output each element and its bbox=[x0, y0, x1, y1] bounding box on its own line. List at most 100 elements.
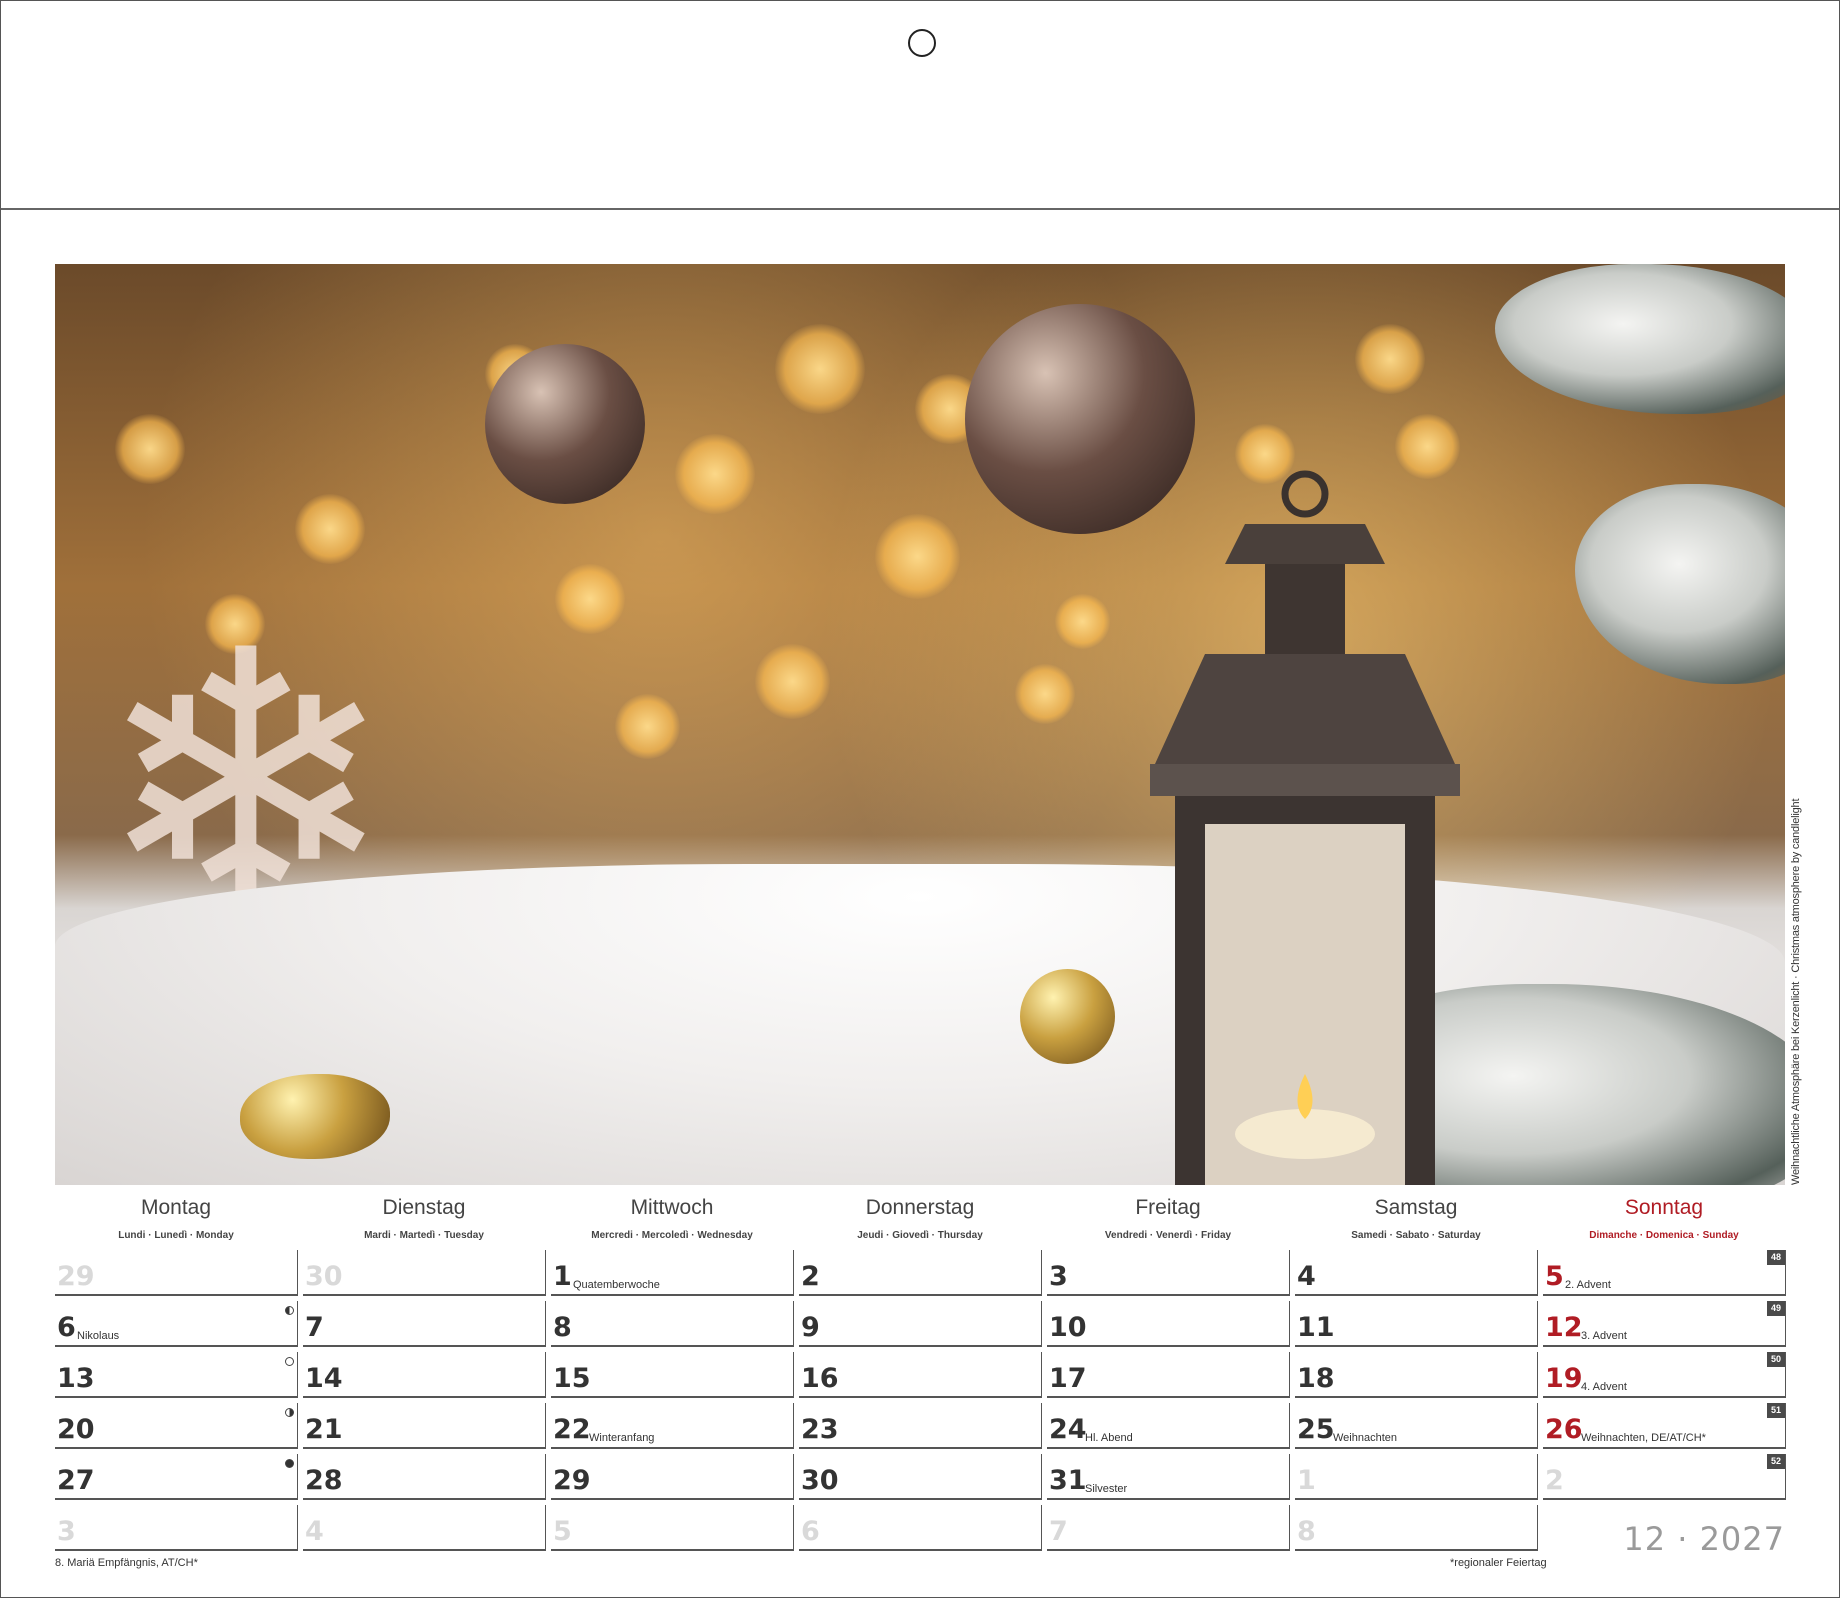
day-number: 25 bbox=[1297, 1414, 1335, 1445]
weekday-translations: Jeudi · Giovedì · Thursday bbox=[857, 1230, 983, 1241]
bokeh-light bbox=[1355, 324, 1425, 394]
day-note: Winteranfang bbox=[589, 1432, 655, 1444]
day-cell: 26 Weihnachten, DE/AT/CH* 51 bbox=[1543, 1403, 1786, 1449]
day-cell: 1 Quatemberwoche bbox=[551, 1250, 794, 1296]
day-number: 31 bbox=[1049, 1465, 1087, 1496]
week-number-badge: 50 bbox=[1767, 1352, 1785, 1367]
fir-branch bbox=[1495, 264, 1785, 414]
week-number-badge: 48 bbox=[1767, 1250, 1785, 1265]
day-note: Weihnachten bbox=[1333, 1432, 1398, 1444]
day-number: 6 bbox=[801, 1516, 820, 1547]
photo-caption: Weihnachtliche Atmosphäre bei Kerzenlich… bbox=[1790, 798, 1802, 1185]
day-cell: 25 Weihnachten bbox=[1295, 1403, 1538, 1449]
day-number: 28 bbox=[305, 1465, 343, 1496]
bokeh-light bbox=[1015, 664, 1075, 724]
weekday-translations: Dimanche · Domenica · Sunday bbox=[1589, 1230, 1739, 1241]
day-cell: 15 bbox=[551, 1352, 794, 1398]
day-cell: 4 bbox=[1295, 1250, 1538, 1296]
day-cell: 22 Winteranfang bbox=[551, 1403, 794, 1449]
week-number-badge: 51 bbox=[1767, 1403, 1785, 1418]
week-number-badge: 49 bbox=[1767, 1301, 1785, 1316]
day-cell: 3 bbox=[55, 1505, 298, 1551]
weekday-name: Montag bbox=[140, 1196, 212, 1219]
fir-branch bbox=[1575, 484, 1785, 684]
day-cell: 16 bbox=[799, 1352, 1042, 1398]
bokeh-light bbox=[295, 494, 365, 564]
day-number: 12 bbox=[1545, 1312, 1583, 1343]
day-number: 23 bbox=[801, 1414, 839, 1445]
day-note: Quatemberwoche bbox=[573, 1279, 660, 1291]
day-cell: 2 52 bbox=[1543, 1454, 1786, 1500]
day-cell: 19 4. Advent 50 bbox=[1543, 1352, 1786, 1398]
day-cell: 9 bbox=[799, 1301, 1042, 1347]
weekday-name: Mittwoch bbox=[630, 1196, 714, 1219]
day-number: 6 bbox=[57, 1312, 76, 1343]
day-cell: 7 bbox=[1047, 1505, 1290, 1551]
day-number: 8 bbox=[553, 1312, 572, 1343]
day-number: 21 bbox=[305, 1414, 343, 1445]
regional-holiday-footnote: *regionaler Feiertag bbox=[1450, 1557, 1547, 1569]
day-note: Silvester bbox=[1085, 1483, 1128, 1495]
day-cell: 12 3. Advent 49 bbox=[1543, 1301, 1786, 1347]
weekday-name: Dienstag bbox=[382, 1196, 466, 1219]
gold-pinecone bbox=[240, 1074, 390, 1159]
bokeh-light bbox=[875, 514, 960, 599]
day-number: 14 bbox=[305, 1363, 343, 1394]
day-cell: 8 bbox=[551, 1301, 794, 1347]
day-cell: 11 bbox=[1295, 1301, 1538, 1347]
day-number: 5 bbox=[553, 1516, 572, 1547]
day-cell: 4 bbox=[303, 1505, 546, 1551]
hanging-strip bbox=[0, 0, 1840, 210]
day-number: 30 bbox=[801, 1465, 839, 1496]
day-number: 4 bbox=[1297, 1261, 1316, 1292]
day-number: 1 bbox=[1297, 1465, 1316, 1496]
day-cell: 14 bbox=[303, 1352, 546, 1398]
day-cell: 30 bbox=[799, 1454, 1042, 1500]
day-number: 29 bbox=[57, 1261, 95, 1292]
day-number: 4 bbox=[305, 1516, 324, 1547]
moon-phase-last-icon bbox=[285, 1306, 294, 1315]
day-number: 24 bbox=[1049, 1414, 1087, 1445]
bokeh-light bbox=[675, 434, 755, 514]
day-number: 10 bbox=[1049, 1312, 1087, 1343]
hanging-ornament bbox=[485, 344, 645, 504]
day-number: 26 bbox=[1545, 1414, 1583, 1445]
day-cell: 2 bbox=[799, 1250, 1042, 1296]
day-note: 3. Advent bbox=[1581, 1330, 1627, 1342]
weekday-translations: Samedi · Sabato · Saturday bbox=[1351, 1230, 1481, 1241]
day-cell: 6 bbox=[799, 1505, 1042, 1551]
bokeh-light bbox=[615, 694, 680, 759]
day-number: 8 bbox=[1297, 1516, 1316, 1547]
weekday-translations: Vendredi · Venerdì · Friday bbox=[1104, 1230, 1232, 1241]
weekday-name: Freitag bbox=[1135, 1196, 1201, 1219]
day-cell: 5 bbox=[551, 1505, 794, 1551]
day-number: 7 bbox=[305, 1312, 324, 1343]
day-cell: 29 bbox=[551, 1454, 794, 1500]
day-number: 16 bbox=[801, 1363, 839, 1394]
hanging-hole bbox=[908, 29, 936, 57]
day-cell: 21 bbox=[303, 1403, 546, 1449]
day-cell: 30 bbox=[303, 1250, 546, 1296]
day-cell: 17 bbox=[1047, 1352, 1290, 1398]
day-cell: 13 bbox=[55, 1352, 298, 1398]
day-cell: 31 Silvester bbox=[1047, 1454, 1290, 1500]
day-note: 4. Advent bbox=[1581, 1381, 1627, 1393]
bokeh-light bbox=[755, 644, 830, 719]
day-cell: 10 bbox=[1047, 1301, 1290, 1347]
day-cell: 20 bbox=[55, 1403, 298, 1449]
weekday-name: Sonntag bbox=[1624, 1196, 1704, 1219]
month-photo: ❄ bbox=[55, 264, 1785, 1185]
day-number: 19 bbox=[1545, 1363, 1583, 1394]
day-cell: 5 2. Advent 48 bbox=[1543, 1250, 1786, 1296]
bokeh-light bbox=[1055, 594, 1110, 649]
day-cell: 7 bbox=[303, 1301, 546, 1347]
day-cell: 18 bbox=[1295, 1352, 1538, 1398]
day-number: 5 bbox=[1545, 1261, 1564, 1292]
day-cell: 8 bbox=[1295, 1505, 1538, 1551]
day-number: 11 bbox=[1297, 1312, 1335, 1343]
bokeh-light bbox=[115, 414, 185, 484]
day-number: 29 bbox=[553, 1465, 591, 1496]
week-number-badge: 52 bbox=[1767, 1454, 1785, 1469]
moon-phase-new-icon bbox=[285, 1459, 294, 1468]
day-number: 2 bbox=[801, 1261, 820, 1292]
